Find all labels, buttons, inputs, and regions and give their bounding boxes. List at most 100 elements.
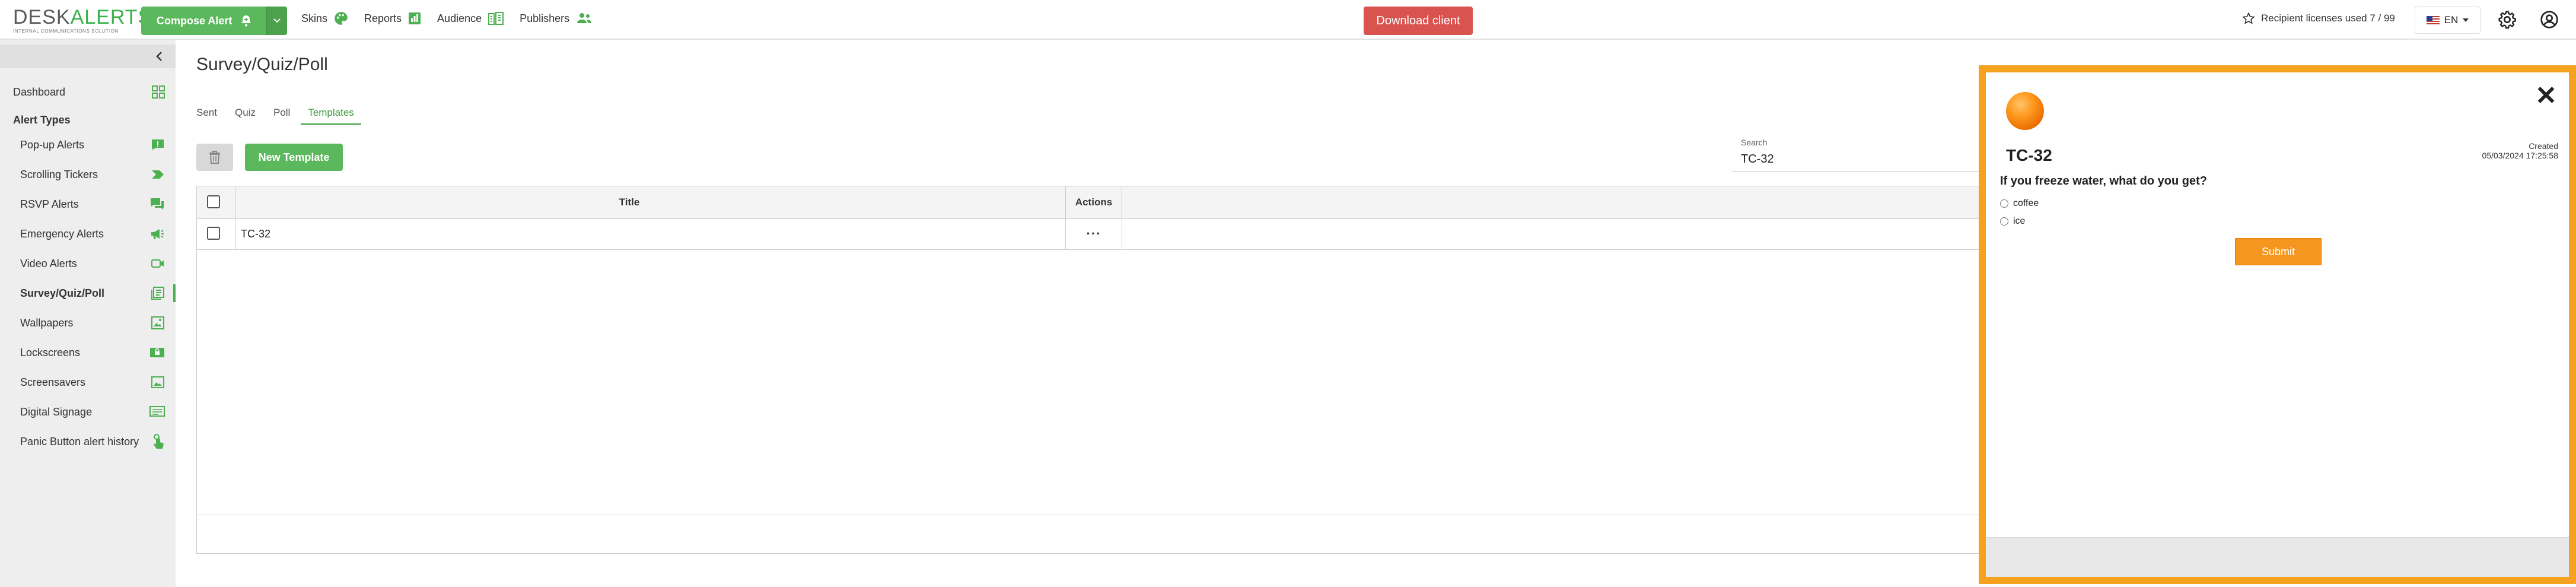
close-icon[interactable]: ✕: [2535, 83, 2557, 109]
sidebar-item-label: Emergency Alerts: [20, 227, 104, 240]
sidebar-item-popup-alerts[interactable]: Pop-up Alerts: [0, 130, 176, 160]
org-chart-icon: [488, 12, 504, 25]
sidebar-item-label: Pop-up Alerts: [20, 138, 85, 151]
nav-skins[interactable]: Skins: [301, 8, 349, 28]
templates-table: Title Actions TC-32 ···: [196, 186, 1988, 554]
sidebar-item-scrolling-tickers[interactable]: Scrolling Tickers: [0, 160, 176, 189]
top-bar: DESKALERTS INTERNAL COMMUNICATIONS SOLUT…: [0, 0, 2576, 40]
nav-skins-label: Skins: [301, 12, 328, 24]
compose-alert-label: Compose Alert: [157, 14, 233, 27]
column-header-actions: Actions: [1075, 196, 1113, 208]
search-input[interactable]: [1741, 151, 1966, 167]
sidebar-item-digital-signage[interactable]: Digital Signage: [0, 397, 176, 427]
tab-quiz[interactable]: Quiz: [235, 107, 256, 125]
bar-chart-icon: [409, 12, 421, 24]
row-actions-menu[interactable]: ···: [1066, 218, 1122, 249]
gear-icon[interactable]: [2498, 10, 2517, 29]
logo-text: DESKALERTS: [13, 6, 152, 28]
sidebar-item-label: Wallpapers: [20, 316, 74, 329]
main-nav: Skins Reports Audience Publishers: [301, 8, 593, 28]
new-template-button[interactable]: New Template: [245, 144, 343, 171]
sidebar-item-rsvp-alerts[interactable]: RSVP Alerts: [0, 189, 176, 219]
ticker-icon: [152, 170, 164, 179]
alert-types-list: Pop-up Alerts Scrolling Tickers RSVP Ale…: [0, 130, 176, 456]
answer-label: coffee: [2013, 198, 2039, 208]
created-date: 05/03/2024 17:25:58: [2482, 151, 2558, 160]
answer-option[interactable]: coffee: [2000, 195, 2039, 212]
chevron-left-icon: [156, 52, 162, 61]
screensaver-icon: [151, 376, 164, 388]
submit-button[interactable]: Submit: [2235, 238, 2322, 265]
select-all-checkbox[interactable]: [207, 195, 220, 208]
us-flag-icon: [2426, 16, 2440, 24]
tab-bar: Sent Quiz Poll Templates: [196, 107, 361, 125]
table-row[interactable]: TC-32 ···: [197, 218, 1987, 250]
popup-alert-icon: [152, 139, 164, 150]
sidebar-item-label: Survey/Quiz/Poll: [20, 287, 105, 299]
sidebar-item-label: Panic Button alert history: [20, 435, 139, 448]
sidebar-item-label: Screensavers: [20, 376, 86, 388]
sidebar-item-lockscreens[interactable]: Lockscreens: [0, 338, 176, 367]
sidebar-collapse-button[interactable]: [0, 45, 176, 68]
sidebar-section-heading: Alert Types: [13, 114, 71, 126]
logo-tagline: INTERNAL COMMUNICATIONS SOLUTION: [13, 28, 119, 34]
chevron-down-icon: [273, 18, 281, 23]
search-field: Search: [1731, 137, 1980, 172]
sidebar-item-survey-quiz-poll[interactable]: Survey/Quiz/Poll: [0, 278, 176, 308]
licenses-text: Recipient licenses used 7 / 99: [2261, 12, 2395, 24]
preview-title: TC-32: [2006, 146, 2052, 164]
signage-icon: [149, 406, 165, 417]
star-icon: [2242, 12, 2255, 24]
sidebar-item-emergency-alerts[interactable]: Emergency Alerts: [0, 219, 176, 249]
nav-publishers-label: Publishers: [520, 12, 570, 24]
nav-reports-label: Reports: [364, 12, 402, 24]
lockscreen-icon: [150, 348, 164, 357]
wallpaper-icon: [151, 316, 164, 329]
sidebar-item-panic-button-history[interactable]: Panic Button alert history: [0, 427, 176, 456]
recipient-licenses[interactable]: Recipient licenses used 7 / 99: [2242, 12, 2395, 25]
delete-button[interactable]: [196, 144, 233, 171]
compose-dropdown-toggle[interactable]: [266, 7, 288, 35]
sidebar-item-dashboard[interactable]: Dashboard: [13, 81, 165, 103]
bell-plus-icon: [241, 15, 251, 27]
palette-icon: [335, 12, 348, 25]
compose-alert-button[interactable]: Compose Alert: [141, 7, 267, 35]
nav-audience[interactable]: Audience: [437, 8, 504, 28]
answer-options: coffee ice: [2000, 195, 2039, 230]
sidebar-item-wallpapers[interactable]: Wallpapers: [0, 308, 176, 338]
row-checkbox[interactable]: [207, 227, 220, 240]
language-selector[interactable]: EN: [2415, 7, 2481, 34]
download-client-button[interactable]: Download client: [1364, 7, 1473, 35]
sidebar-item-label: Scrolling Tickers: [20, 168, 98, 180]
survey-question: If you freeze water, what do you get?: [2000, 174, 2207, 188]
tab-poll[interactable]: Poll: [273, 107, 290, 125]
nav-publishers[interactable]: Publishers: [520, 8, 593, 28]
megaphone-icon: [151, 229, 164, 239]
page-title: Survey/Quiz/Poll: [196, 55, 328, 74]
column-header-title[interactable]: Title: [235, 186, 1024, 218]
survey-icon: [151, 287, 164, 300]
answer-radio[interactable]: [2000, 199, 2008, 208]
tab-sent[interactable]: Sent: [196, 107, 217, 125]
preview-created-info: Created 05/03/2024 17:25:58: [2482, 141, 2558, 160]
nav-reports[interactable]: Reports: [364, 8, 422, 28]
answer-option[interactable]: ice: [2000, 212, 2039, 230]
sidebar-item-label: Lockscreens: [20, 346, 81, 358]
brand-logo[interactable]: DESKALERTS INTERNAL COMMUNICATIONS SOLUT…: [13, 7, 152, 34]
search-label: Search: [1741, 138, 1768, 147]
sidebar-item-video-alerts[interactable]: Video Alerts: [0, 249, 176, 278]
dashboard-icon: [152, 85, 165, 99]
sidebar-item-screensavers[interactable]: Screensavers: [0, 367, 176, 397]
sidebar-item-label: Dashboard: [13, 85, 66, 98]
user-account-icon[interactable]: [2540, 10, 2559, 29]
row-title[interactable]: TC-32: [241, 218, 270, 249]
preview-footer: [1986, 537, 2569, 577]
nav-audience-label: Audience: [437, 12, 482, 24]
tab-templates[interactable]: Templates: [301, 107, 361, 125]
language-label: EN: [2444, 14, 2459, 26]
users-icon: [577, 13, 592, 23]
panic-button-icon: [154, 434, 164, 449]
orange-logo-icon: [2006, 92, 2044, 130]
answer-radio[interactable]: [2000, 217, 2008, 226]
trash-icon: [209, 151, 220, 164]
